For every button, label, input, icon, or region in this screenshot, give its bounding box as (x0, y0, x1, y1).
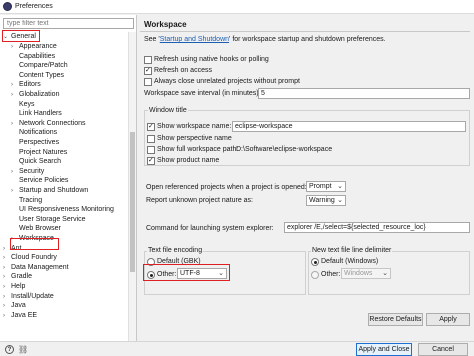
show-perspective-checkbox[interactable] (147, 135, 155, 143)
chevron-right-icon[interactable]: › (11, 167, 19, 177)
tree-item-help[interactable]: › Help (3, 282, 25, 292)
default-windows-radio[interactable] (311, 258, 319, 266)
refresh-access-checkbox[interactable] (144, 66, 152, 75)
show-workspace-name-label: Show workspace name: (157, 123, 232, 130)
chevron-right-icon[interactable]: › (11, 90, 19, 100)
tree-item-install-update[interactable]: › Install/Update (3, 292, 54, 302)
tree-item-cloud-foundry[interactable]: › Cloud Foundry (3, 253, 57, 263)
show-product-checkbox[interactable] (147, 156, 155, 165)
text-encoding-group-label: Text file encoding (147, 247, 204, 254)
tree-item-project-natures[interactable]: Project Natures (11, 148, 67, 158)
scrollbar-thumb[interactable] (130, 132, 135, 272)
window-title: Preferences (15, 3, 53, 10)
tree-item-startup-and-shutdown[interactable]: › Startup and Shutdown (11, 186, 88, 196)
tree-item-keys[interactable]: Keys (11, 100, 35, 110)
refresh-native-checkbox[interactable] (144, 56, 152, 64)
tree-item-tracing[interactable]: Tracing (11, 196, 42, 206)
default-windows-label: Default (Windows) (321, 258, 379, 265)
chevron-right-icon[interactable]: › (3, 292, 11, 302)
tree-item-security[interactable]: › Security (11, 167, 44, 177)
show-perspective-label: Show perspective name (157, 135, 232, 142)
tree-item-ui-responsiveness-monitoring[interactable]: UI Responsiveness Monitoring (11, 205, 114, 215)
show-full-path-label: Show full workspace path: (157, 146, 239, 153)
page-title: Workspace (144, 20, 187, 29)
report-nature-select[interactable]: Warning ⌄ (306, 195, 346, 206)
tree-item-globalization[interactable]: › Globalization (11, 90, 59, 100)
preferences-tree-pane: ⌄General ›AppearanceCapabilitiesCompare/… (0, 15, 137, 356)
chevron-right-icon[interactable]: › (11, 80, 19, 90)
filter-input[interactable] (3, 18, 134, 29)
tree-item-service-policies[interactable]: Service Policies (11, 176, 68, 186)
chevron-right-icon[interactable]: › (3, 253, 11, 263)
startup-shutdown-link[interactable]: Startup and Shutdown (160, 36, 229, 43)
tree-item-appearance[interactable]: › Appearance (11, 42, 57, 52)
line-delimiter-group-label: New text file line delimiter (311, 247, 393, 254)
eclipse-icon (3, 2, 12, 11)
chevron-down-icon: ⌄ (337, 197, 343, 204)
chevron-right-icon[interactable]: › (3, 282, 11, 292)
always-close-checkbox[interactable] (144, 78, 152, 86)
workspace-page: Workspace See 'Startup and Shutdown' for… (140, 15, 474, 341)
chevron-right-icon[interactable]: › (3, 272, 11, 282)
chevron-right-icon[interactable]: › (11, 119, 19, 129)
refresh-native-label: Refresh using native hooks or polling (154, 56, 269, 63)
tree-item-web-browser[interactable]: Web Browser (11, 224, 61, 234)
workspace-name-input[interactable]: eclipse-workspace (232, 121, 466, 132)
tree-item-content-types[interactable]: Content Types (11, 71, 64, 81)
title-bar: Preferences (0, 0, 474, 14)
chevron-down-icon: ⌄ (337, 183, 343, 190)
tree-item-link-handlers[interactable]: Link Handlers (11, 109, 62, 119)
explorer-command-label: Command for launching system explorer: (146, 225, 274, 232)
apply-button[interactable]: Apply (426, 313, 470, 326)
chevron-down-icon: ⌄ (382, 270, 388, 277)
link-icon[interactable]: ⛓ (18, 345, 28, 354)
show-product-label: Show product name (157, 157, 220, 164)
tree-item-java[interactable]: › Java (3, 301, 26, 311)
highlight-encoding (143, 264, 230, 281)
tree-item-data-management[interactable]: › Data Management (3, 263, 69, 273)
see-startup-text: See 'Startup and Shutdown' for workspace… (144, 36, 386, 43)
other-delimiter-label: Other: (321, 271, 341, 278)
dialog-footer: ? ⛓ Apply and Close Cancel (0, 341, 474, 356)
chevron-right-icon[interactable]: › (3, 263, 11, 273)
tree-item-capabilities[interactable]: Capabilities (11, 52, 55, 62)
always-close-label: Always close unrelated projects without … (154, 78, 300, 85)
chevron-right-icon[interactable]: › (11, 186, 19, 196)
tree-item-perspectives[interactable]: Perspectives (11, 138, 59, 148)
show-full-path-checkbox[interactable] (147, 146, 155, 154)
tree-item-quick-search[interactable]: Quick Search (11, 157, 61, 167)
tree-item-user-storage-service[interactable]: User Storage Service (11, 215, 86, 225)
other-delimiter-radio[interactable] (311, 271, 319, 279)
help-icon[interactable]: ? (5, 345, 14, 354)
highlight-general (2, 30, 40, 42)
window-title-group-label: Window title (148, 107, 188, 114)
explorer-command-input[interactable]: explorer /E,/select=${selected_resource_… (284, 222, 470, 233)
save-interval-input[interactable]: 5 (258, 88, 470, 99)
tree-item-notifications[interactable]: Notifications (11, 128, 57, 138)
apply-and-close-button[interactable]: Apply and Close (356, 343, 412, 356)
preferences-tree: ⌄ General › Appearance Capabilities Compare/… (0, 32, 128, 341)
chevron-right-icon[interactable]: › (3, 301, 11, 311)
save-interval-label: Workspace save interval (in minutes): (144, 90, 261, 97)
chevron-right-icon[interactable]: › (3, 311, 11, 321)
tree-item-java-ee[interactable]: › Java EE (3, 311, 37, 321)
delimiter-select[interactable]: Windows ⌄ (341, 268, 391, 279)
separator (140, 31, 470, 32)
tree-item-gradle[interactable]: › Gradle (3, 272, 32, 282)
tree-item-editors[interactable]: › Editors (11, 80, 41, 90)
highlight-workspace (10, 238, 59, 250)
open-referenced-label: Open referenced projects when a project … (146, 184, 307, 191)
restore-defaults-button[interactable]: Restore Defaults (368, 313, 423, 326)
tree-item-compare-patch[interactable]: Compare/Patch (11, 61, 68, 71)
chevron-right-icon[interactable]: › (11, 42, 19, 52)
report-nature-label: Report unknown project nature as: (146, 197, 254, 204)
tree-item-network-connections[interactable]: › Network Connections (11, 119, 86, 129)
open-referenced-select[interactable]: Prompt ⌄ (306, 181, 346, 192)
cancel-button[interactable]: Cancel (418, 343, 468, 356)
tree-vertical-scrollbar[interactable] (128, 32, 136, 341)
full-path-value: D:\Software\eclipse-workspace (236, 146, 333, 153)
refresh-access-label: Refresh on access (154, 67, 212, 74)
show-workspace-name-checkbox[interactable] (147, 122, 155, 131)
